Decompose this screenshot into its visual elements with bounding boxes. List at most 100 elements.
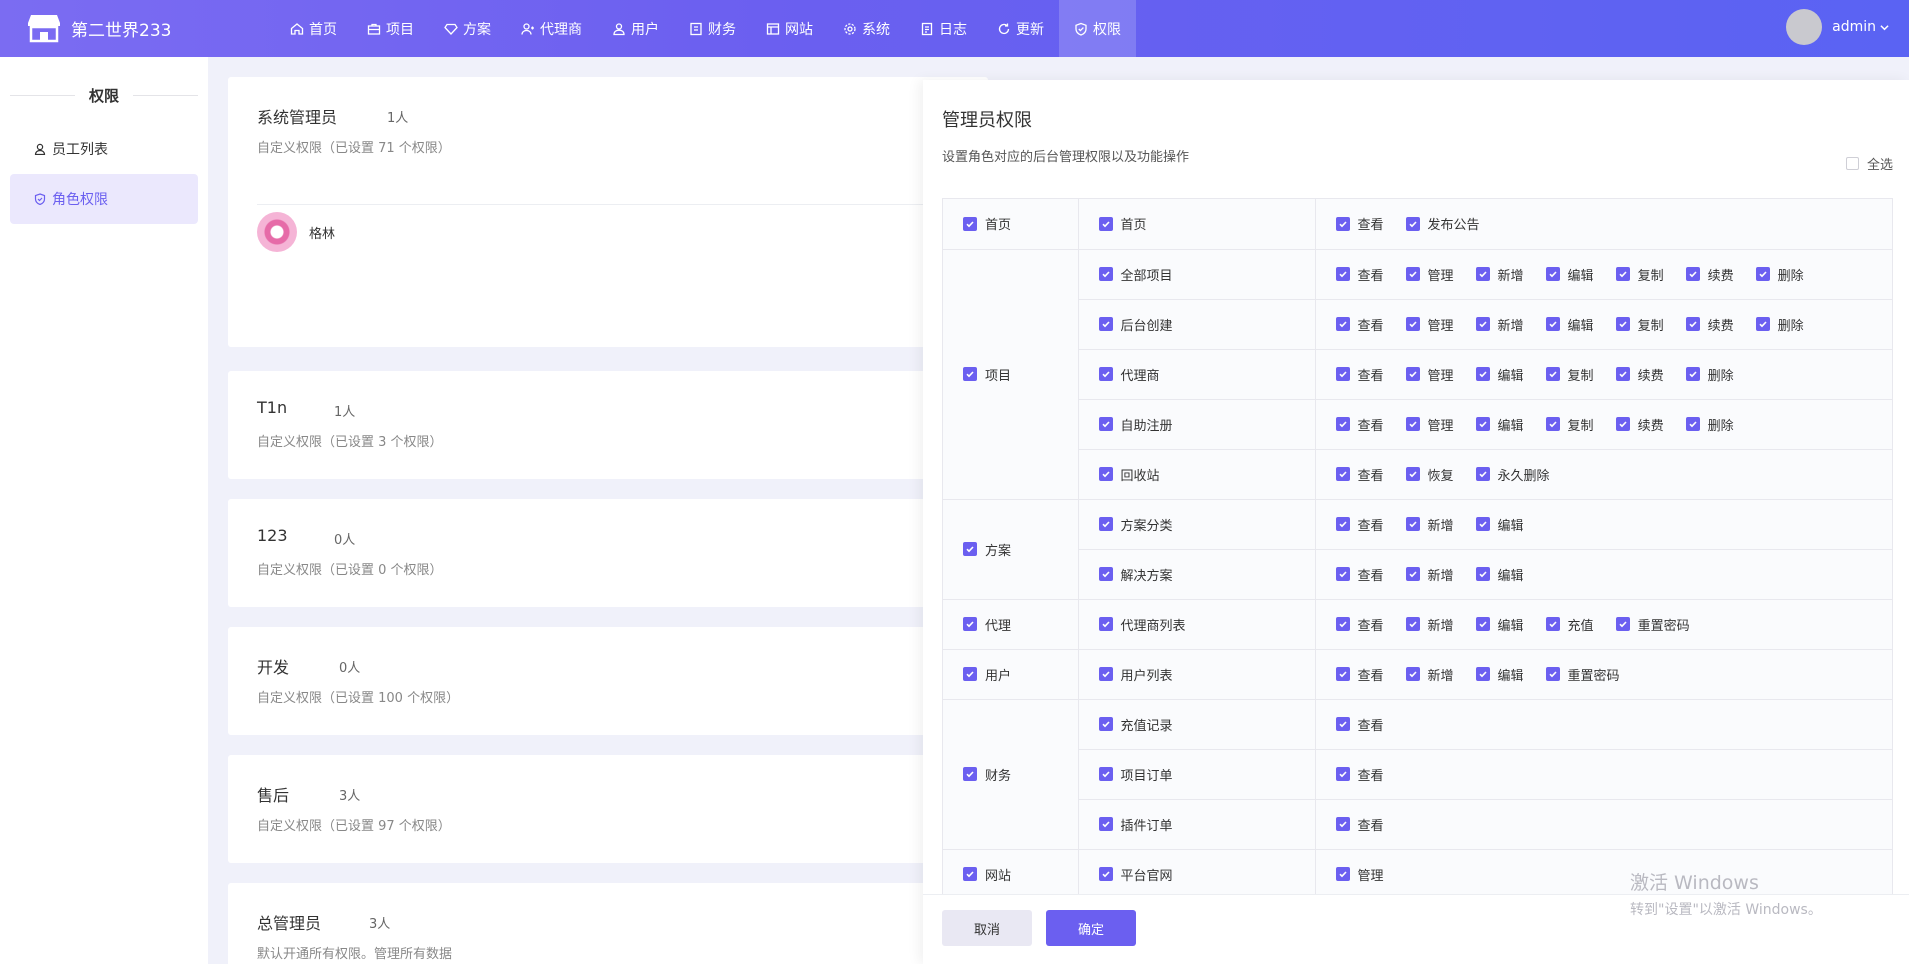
- action-checkbox[interactable]: 查看: [1335, 815, 1384, 834]
- action-checkbox[interactable]: 编辑: [1545, 315, 1594, 334]
- module-checkbox[interactable]: 方案分类: [1098, 515, 1173, 534]
- action-checkbox[interactable]: 查看: [1335, 765, 1384, 784]
- action-checkbox[interactable]: 新增: [1405, 515, 1454, 534]
- module-checkbox[interactable]: 自助注册: [1098, 415, 1173, 434]
- action-checkbox[interactable]: 编辑: [1475, 365, 1524, 384]
- action-checkbox[interactable]: 编辑: [1475, 665, 1524, 684]
- group-checkbox[interactable]: 首页: [963, 214, 1011, 233]
- action-checkbox[interactable]: 续费: [1615, 415, 1664, 434]
- action-checkbox[interactable]: 管理: [1335, 865, 1384, 884]
- action-checkbox[interactable]: 管理: [1405, 415, 1454, 434]
- action-checkbox[interactable]: 续费: [1685, 315, 1734, 334]
- group-checkbox[interactable]: 网站: [963, 865, 1011, 884]
- action-checkbox[interactable]: 查看: [1335, 615, 1384, 634]
- action-checkbox[interactable]: 编辑: [1475, 615, 1524, 634]
- nav-item[interactable]: 方案: [429, 0, 506, 57]
- role-card[interactable]: 123 0人 自定义权限（已设置 0 个权限）: [228, 499, 988, 607]
- action-checkbox[interactable]: 查看: [1335, 465, 1384, 484]
- role-card[interactable]: T1n 1人 自定义权限（已设置 3 个权限）: [228, 371, 988, 479]
- select-all-checkbox[interactable]: 全选: [1845, 154, 1893, 173]
- module-checkbox[interactable]: 平台官网: [1098, 865, 1173, 884]
- action-checkbox[interactable]: 恢复: [1405, 465, 1454, 484]
- action-checkbox[interactable]: 复制: [1545, 415, 1594, 434]
- action-checkbox[interactable]: 查看: [1335, 265, 1384, 284]
- action-checkbox[interactable]: 管理: [1405, 265, 1454, 284]
- module-checkbox[interactable]: 代理商: [1098, 365, 1160, 384]
- action-checkbox[interactable]: 删除: [1685, 415, 1734, 434]
- role-card[interactable]: 开发 0人 自定义权限（已设置 100 个权限）: [228, 627, 988, 735]
- sidebar-item-role-permissions[interactable]: 角色权限: [10, 174, 198, 224]
- action-checkbox[interactable]: 查看: [1335, 365, 1384, 384]
- action-checkbox[interactable]: 删除: [1755, 265, 1804, 284]
- action-checkbox[interactable]: 续费: [1615, 365, 1664, 384]
- action-checkbox[interactable]: 编辑: [1475, 565, 1524, 584]
- nav-item-label: 日志: [939, 21, 967, 38]
- module-checkbox[interactable]: 项目订单: [1098, 765, 1173, 784]
- action-checkbox[interactable]: 发布公告: [1405, 214, 1480, 233]
- sidebar-item-staff-list[interactable]: 员工列表: [10, 124, 198, 174]
- action-checkbox[interactable]: 续费: [1685, 265, 1734, 284]
- member-item[interactable]: 格林: [257, 212, 335, 252]
- action-checkbox[interactable]: 管理: [1405, 365, 1454, 384]
- nav-item[interactable]: 系统: [828, 0, 905, 57]
- action-checkbox[interactable]: 新增: [1405, 665, 1454, 684]
- module-checkbox[interactable]: 插件订单: [1098, 815, 1173, 834]
- action-checkbox[interactable]: 查看: [1335, 214, 1384, 233]
- nav-item[interactable]: 首页: [275, 0, 352, 57]
- role-card[interactable]: 售后 3人 自定义权限（已设置 97 个权限）: [228, 755, 988, 863]
- action-checkbox[interactable]: 编辑: [1475, 515, 1524, 534]
- nav-item[interactable]: 日志: [905, 0, 982, 57]
- action-checkbox[interactable]: 重置密码: [1615, 615, 1690, 634]
- permission-actions-cell: 查看 管理 新增 编辑 复制 续费 删除: [1315, 249, 1892, 300]
- action-checkbox[interactable]: 永久删除: [1475, 465, 1550, 484]
- role-card[interactable]: 总管理员 3人 默认开通所有权限。管理所有数据: [228, 883, 988, 964]
- action-checkbox[interactable]: 复制: [1615, 265, 1664, 284]
- cancel-button[interactable]: 取消: [942, 910, 1032, 946]
- group-checkbox[interactable]: 方案: [963, 540, 1011, 559]
- action-checkbox[interactable]: 新增: [1405, 615, 1454, 634]
- action-checkbox[interactable]: 充值: [1545, 615, 1594, 634]
- app-logo[interactable]: 第二世界233: [28, 13, 171, 43]
- module-checkbox[interactable]: 后台创建: [1098, 315, 1173, 334]
- action-checkbox[interactable]: 新增: [1405, 565, 1454, 584]
- action-checkbox[interactable]: 新增: [1475, 265, 1524, 284]
- action-checkbox[interactable]: 查看: [1335, 565, 1384, 584]
- action-checkbox[interactable]: 查看: [1335, 315, 1384, 334]
- action-checkbox[interactable]: 查看: [1335, 415, 1384, 434]
- group-checkbox[interactable]: 代理: [963, 615, 1011, 634]
- group-checkbox[interactable]: 财务: [963, 765, 1011, 784]
- group-checkbox[interactable]: 用户: [963, 665, 1011, 684]
- action-checkbox[interactable]: 删除: [1755, 315, 1804, 334]
- module-checkbox[interactable]: 全部项目: [1098, 265, 1173, 284]
- action-checkbox[interactable]: 编辑: [1545, 265, 1594, 284]
- nav-item[interactable]: 项目: [352, 0, 429, 57]
- action-checkbox[interactable]: 删除: [1685, 365, 1734, 384]
- module-checkbox[interactable]: 首页: [1098, 214, 1147, 233]
- module-checkbox[interactable]: 用户列表: [1098, 665, 1173, 684]
- nav-item[interactable]: 网站: [751, 0, 828, 57]
- nav-item[interactable]: 更新: [982, 0, 1059, 57]
- nav-item[interactable]: 用户: [597, 0, 674, 57]
- action-checkbox[interactable]: 编辑: [1475, 415, 1524, 434]
- action-checkbox[interactable]: 重置密码: [1545, 665, 1620, 684]
- action-checkbox[interactable]: 查看: [1335, 715, 1384, 734]
- action-checkbox-label: 编辑: [1497, 668, 1524, 684]
- user-menu[interactable]: admin: [1786, 9, 1889, 45]
- action-checkbox[interactable]: 管理: [1405, 315, 1454, 334]
- confirm-button[interactable]: 确定: [1046, 910, 1136, 946]
- module-checkbox[interactable]: 解决方案: [1098, 565, 1173, 584]
- module-checkbox[interactable]: 充值记录: [1098, 715, 1173, 734]
- action-checkbox[interactable]: 复制: [1615, 315, 1664, 334]
- nav-item[interactable]: 财务: [674, 0, 751, 57]
- action-checkbox[interactable]: 查看: [1335, 665, 1384, 684]
- action-checkbox[interactable]: 复制: [1545, 365, 1594, 384]
- group-checkbox[interactable]: 项目: [963, 365, 1011, 384]
- action-checkbox[interactable]: 新增: [1475, 315, 1524, 334]
- nav-item[interactable]: 权限: [1059, 0, 1136, 57]
- module-checkbox[interactable]: 回收站: [1098, 465, 1160, 484]
- role-card[interactable]: 系统管理员 1人 自定义权限（已设置 71 个权限） 格林: [228, 77, 988, 347]
- nav-item[interactable]: 代理商: [506, 0, 597, 57]
- action-checkbox[interactable]: 查看: [1335, 515, 1384, 534]
- shield-icon: [1074, 22, 1088, 36]
- module-checkbox[interactable]: 代理商列表: [1098, 615, 1186, 634]
